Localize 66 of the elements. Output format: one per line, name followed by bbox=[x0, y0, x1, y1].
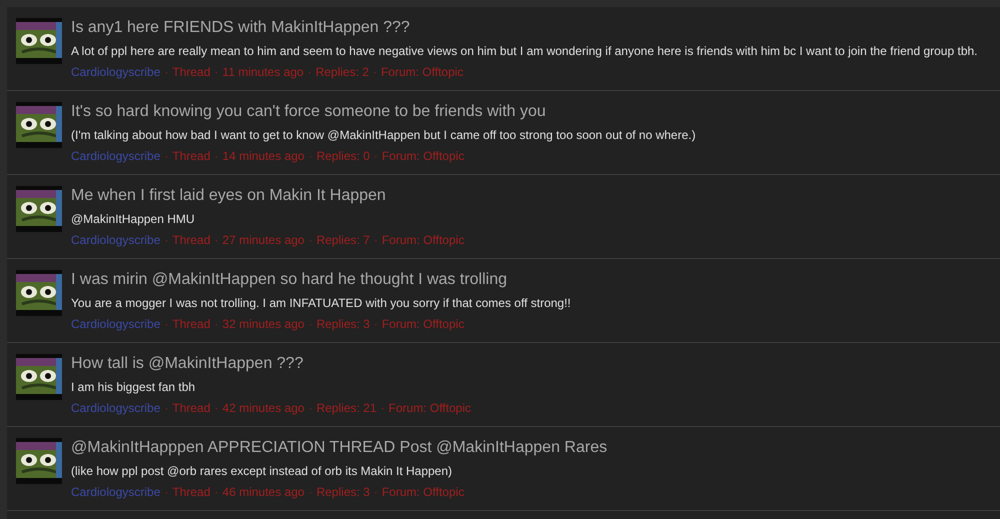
thread-meta-text: Forum: Offtopic bbox=[380, 64, 464, 80]
thread-title-link[interactable]: It's so hard knowing you can't force someone to be friends with you bbox=[71, 102, 546, 122]
thread-meta-text: Replies: 3 bbox=[316, 316, 370, 332]
thread-meta-text: Thread bbox=[172, 64, 210, 80]
thread-meta-text: Replies: 3 bbox=[316, 484, 370, 500]
thread-excerpt: (like how ppl post @orb rares except instead of orb its Makin It Happen) bbox=[71, 463, 452, 479]
thread-meta-text: Replies: 0 bbox=[316, 148, 370, 164]
meta-separator: · bbox=[308, 148, 312, 164]
meta-separator: · bbox=[308, 316, 312, 332]
meta-separator: · bbox=[308, 484, 312, 500]
thread-excerpt: A lot of ppl here are really mean to him and seem to have negative views on him but I am wondering if anyone here is friends with him bc I want to join the friend group tbh. bbox=[71, 43, 978, 59]
meta-separator: · bbox=[380, 400, 385, 416]
thread-meta-text: 14 minutes ago bbox=[222, 148, 304, 164]
thread-title-link[interactable]: Is any1 here FRIENDS with MakinItHappen ??? bbox=[71, 18, 410, 38]
meta-separator: · bbox=[308, 64, 312, 80]
thread-meta-text: 46 minutes ago bbox=[222, 484, 304, 500]
thread-meta-text: Replies: 2 bbox=[316, 64, 369, 80]
meta-separator: · bbox=[164, 400, 168, 416]
thread-meta-text: Thread bbox=[172, 232, 210, 248]
thread-meta-text: Thread bbox=[172, 484, 210, 500]
thread-meta-text: 27 minutes ago bbox=[222, 232, 304, 248]
thread-excerpt: I am his biggest fan tbh bbox=[71, 379, 196, 395]
meta-separator: · bbox=[164, 64, 168, 80]
meta-separator: · bbox=[164, 316, 168, 332]
meta-separator: · bbox=[214, 64, 218, 80]
meta-separator: · bbox=[308, 232, 312, 248]
meta-separator: · bbox=[374, 316, 378, 332]
thread-meta-text: 11 minutes ago bbox=[222, 64, 304, 80]
thread-title-link[interactable]: How tall is @MakinItHappen ??? bbox=[71, 354, 304, 374]
avatar-image bbox=[16, 354, 62, 400]
meta-separator: · bbox=[214, 400, 218, 416]
meta-separator: · bbox=[214, 148, 218, 164]
avatar-image bbox=[16, 438, 62, 484]
thread-meta-text: Forum: Offtopic bbox=[382, 148, 464, 164]
thread-excerpt: You are a mogger I was not trolling. I am INFATUATED with you sorry if that comes off strong!! bbox=[71, 295, 571, 311]
thread-meta-text: Thread bbox=[172, 316, 210, 332]
thread-excerpt: @MakinItHappen HMU bbox=[71, 211, 195, 227]
thread-meta-text: Forum: Offtopic bbox=[382, 316, 464, 332]
thread-meta-text: Forum: Offtopic bbox=[388, 400, 471, 416]
meta-separator: · bbox=[164, 484, 168, 500]
avatar-image bbox=[16, 102, 62, 148]
thread-title-link[interactable]: I was mirin @MakinItHappen so hard he thought I was trolling bbox=[71, 270, 508, 290]
thread-title-link[interactable]: Me when I first laid eyes on Makin It Happen bbox=[71, 186, 386, 206]
meta-separator: · bbox=[374, 148, 378, 164]
thread-meta-text: Replies: 21 bbox=[316, 400, 377, 416]
thread-title-link[interactable]: @MakinItHapppen APPRECIATION THREAD Post @MakinItHappen Rares bbox=[71, 438, 608, 458]
thread-meta-text: 42 minutes ago bbox=[222, 400, 304, 416]
meta-separator: · bbox=[308, 400, 312, 416]
thread-excerpt: (I'm talking about how bad I want to get to know @MakinItHappen but I came off too strong too soon out of no where.) bbox=[71, 127, 696, 143]
meta-separator: · bbox=[374, 232, 378, 248]
avatar-image bbox=[16, 270, 62, 316]
avatar-image bbox=[16, 18, 62, 64]
avatar-image bbox=[16, 186, 62, 232]
meta-separator: · bbox=[214, 232, 218, 248]
meta-separator: · bbox=[374, 484, 378, 500]
thread-meta-text: Thread bbox=[172, 400, 210, 416]
thread-meta-text: 32 minutes ago bbox=[222, 316, 304, 332]
meta-separator: · bbox=[214, 316, 218, 332]
meta-separator: · bbox=[164, 148, 168, 164]
thread-meta-text: Thread bbox=[172, 148, 210, 164]
meta-separator: · bbox=[164, 232, 168, 248]
meta-separator: · bbox=[214, 484, 218, 500]
thread-meta-text: Forum: Offtopic bbox=[382, 232, 464, 248]
thread-meta-text: Forum: Offtopic bbox=[382, 484, 464, 500]
thread-meta-text: Replies: 7 bbox=[316, 232, 370, 248]
meta-separator: · bbox=[372, 64, 377, 80]
